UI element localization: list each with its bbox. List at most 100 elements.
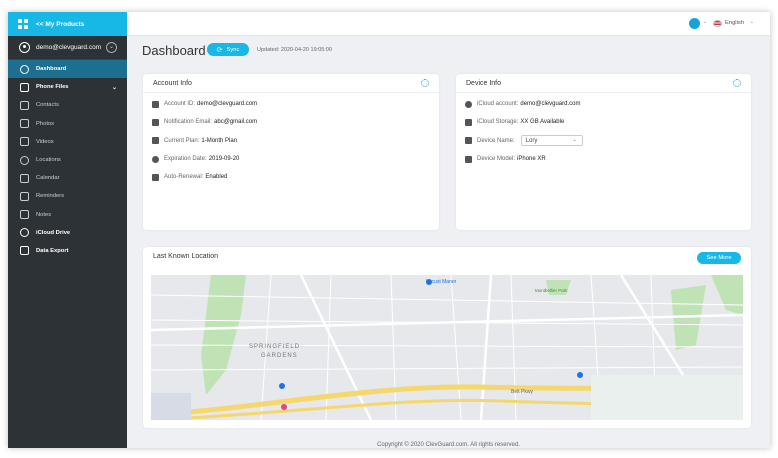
page-title: Dashboard: [142, 43, 206, 58]
field-value: demo@clevguard.com: [520, 101, 581, 108]
photo-icon: [20, 119, 29, 129]
map-area-label: GARDENS: [261, 353, 298, 359]
storage-icon: [465, 118, 472, 126]
sidebar-item-calendar[interactable]: Calendar: [8, 169, 127, 187]
sync-button[interactable]: ⟳ Sync: [207, 43, 249, 56]
chevron-down-icon: ⌄: [111, 84, 117, 91]
sidebar-item-label: Dashboard: [36, 66, 67, 73]
field-label: Notification Email:: [164, 119, 213, 126]
device-info-card: Device Info iCloud account: demo@clevgua…: [456, 74, 751, 230]
map-poi-label: Locust Manor: [426, 279, 457, 285]
sidebar-item-locations[interactable]: Locations: [8, 151, 127, 169]
sync-icon: ⟳: [216, 46, 223, 54]
user-account-menu[interactable]: demo@clevguard.com ⌄: [8, 36, 127, 60]
avatar[interactable]: [689, 18, 700, 29]
field-value: Enabled: [205, 174, 228, 181]
icloud-account-row: iCloud account: demo@clevguard.com: [456, 95, 751, 113]
renewal-icon: [152, 173, 159, 181]
sidebar-item-label: Phone Files: [36, 84, 69, 91]
card-title: Account Info: [153, 79, 192, 87]
dashboard-icon: [20, 64, 29, 74]
sidebar-item-reminders[interactable]: Reminders: [8, 187, 127, 205]
export-icon: [20, 246, 29, 256]
sidebar-item-dashboard[interactable]: Dashboard: [8, 60, 127, 79]
chevron-down-icon: ⌄: [572, 137, 577, 144]
sidebar-item-label: Photos: [36, 120, 55, 127]
field-label: Device Model:: [477, 156, 516, 163]
sidebar: << My Products demo@clevguard.com ⌄ Dash…: [8, 12, 127, 448]
select-value: Lory: [525, 137, 538, 144]
monitor-icon: [465, 137, 472, 145]
gear-icon[interactable]: [733, 79, 741, 87]
card-title: Last Known Location: [153, 253, 218, 260]
location-pin-icon: [20, 155, 29, 165]
field-value: abc@gmail.com: [214, 119, 258, 126]
current-plan-row: Current Plan: 1-Month Plan: [143, 132, 439, 150]
field-label: Device Name:: [477, 137, 515, 144]
sidebar-item-icloud-drive[interactable]: iCloud Drive: [8, 224, 127, 242]
app-window: << My Products demo@clevguard.com ⌄ Dash…: [8, 12, 770, 448]
card-header: Last Known Location: [143, 247, 751, 266]
chevron-down-icon[interactable]: ⌄: [750, 19, 754, 25]
my-products-link[interactable]: << My Products: [8, 12, 127, 36]
cloud-icon: [465, 100, 472, 108]
sidebar-item-phone-files[interactable]: Phone Files ⌄: [8, 78, 127, 96]
top-header: ⌄ English ⌄: [127, 12, 770, 36]
my-products-label: << My Products: [36, 20, 85, 28]
document-icon: [152, 137, 159, 145]
field-label: Current Plan:: [164, 137, 200, 144]
field-value: iPhone XR: [517, 156, 546, 163]
sync-label: Sync: [226, 46, 240, 53]
apps-grid-icon: [18, 19, 28, 29]
sidebar-item-videos[interactable]: Videos: [8, 133, 127, 151]
field-label: Account ID:: [164, 101, 196, 108]
us-flag-icon: [713, 20, 722, 27]
map-graphic: SPRINGFIELD GARDENS Belt Pkwy Locust Man…: [151, 275, 743, 420]
sidebar-item-photos[interactable]: Photos: [8, 115, 127, 133]
sidebar-item-label: Reminders: [36, 193, 65, 200]
field-label: Expiration Date:: [164, 156, 207, 163]
sidebar-item-label: Notes: [36, 211, 52, 218]
footer-copyright: Copyright © 2020 ClevGuard.com. All righ…: [377, 442, 520, 448]
see-more-button[interactable]: See More: [697, 252, 741, 264]
gear-icon[interactable]: [421, 79, 429, 87]
contacts-icon: [20, 100, 29, 110]
account-id-row: Account ID: demo@clevguard.com: [143, 95, 439, 113]
field-label: Auto-Renewal:: [164, 174, 204, 181]
device-name-select[interactable]: Lory ⌄: [520, 135, 583, 147]
account-info-card: Account Info Account ID: demo@clevguard.…: [143, 74, 439, 230]
field-label: iCloud Storage:: [477, 119, 519, 126]
language-selector[interactable]: English: [725, 20, 744, 26]
expiration-date-row: Expiration Date: 2019-09-20: [143, 150, 439, 168]
sidebar-item-notes[interactable]: Notes: [8, 206, 127, 224]
field-value: 2019-09-20: [208, 156, 240, 163]
icloud-storage-row: iCloud Storage: XX GB Available: [456, 113, 751, 131]
card-header: Device Info: [456, 74, 751, 93]
user-icon: [19, 42, 30, 53]
sidebar-item-label: Videos: [36, 138, 54, 145]
location-map[interactable]: SPRINGFIELD GARDENS Belt Pkwy Locust Man…: [151, 275, 743, 420]
auto-renewal-row: Auto-Renewal: Enabled: [143, 168, 439, 186]
device-model-row: Device Model: iPhone XR: [456, 150, 751, 168]
device-name-row: Device Name: Lory ⌄: [456, 132, 751, 150]
phone-icon: [20, 82, 29, 92]
sidebar-item-label: iCloud Drive: [36, 229, 71, 236]
cloud-icon: [20, 228, 29, 238]
updated-timestamp: Updated: 2020-04-20 19:05:00: [257, 47, 332, 53]
field-value: 1-Month Plan: [201, 137, 238, 144]
notes-icon: [20, 210, 29, 220]
card-title: Device Info: [466, 79, 502, 87]
field-value: demo@clevguard.com: [197, 101, 258, 108]
phone-icon: [465, 155, 472, 163]
chevron-down-icon[interactable]: ⌄: [106, 42, 117, 53]
sidebar-item-data-export[interactable]: Data Export: [8, 242, 127, 260]
sidebar-item-label: Data Export: [36, 247, 69, 254]
clock-icon: [152, 155, 159, 163]
sidebar-item-label: Locations: [36, 157, 61, 164]
sidebar-item-contacts[interactable]: Contacts: [8, 96, 127, 114]
map-poi-label: Montbellier Park: [535, 288, 568, 293]
reminder-icon: [20, 191, 29, 201]
chevron-down-icon[interactable]: ⌄: [703, 19, 707, 25]
user-email: demo@clevguard.com: [36, 44, 102, 51]
calendar-icon: [20, 173, 29, 183]
